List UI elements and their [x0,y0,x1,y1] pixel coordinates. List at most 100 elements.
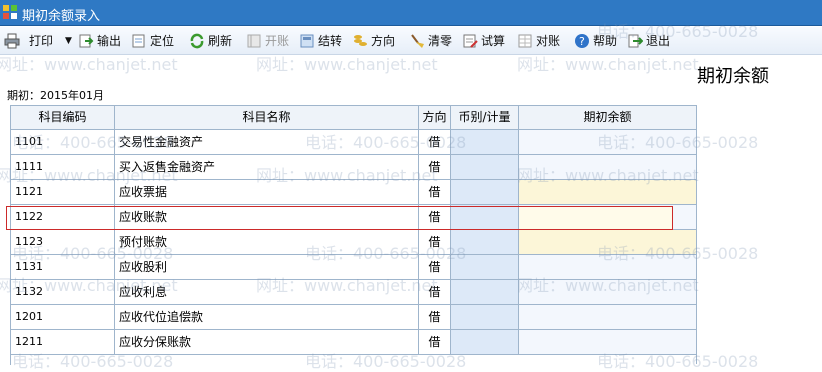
export-label: 输出 [97,34,122,48]
column-header-direction[interactable]: 方向 [419,106,451,129]
app-grid-icon [3,5,18,20]
table-row[interactable]: 1123 预付账款借 [11,230,697,255]
clear-zero-label: 清零 [428,34,453,48]
exit-icon [627,33,644,49]
page-title: 期初余额 [697,66,769,87]
opening-balance-cell[interactable] [519,230,697,254]
open-account-label: 开账 [265,34,290,48]
currency-cell[interactable] [451,155,519,179]
open-account-button[interactable]: 开账 [246,27,289,54]
currency-cell[interactable] [451,305,519,329]
grid-right-border [696,105,697,364]
print-label: 打印 [29,34,54,48]
currency-cell[interactable] [451,230,519,254]
opening-balance-cell[interactable] [519,305,697,329]
account-name-cell: 应收账款 [115,205,419,229]
table-row[interactable]: 1211 应收分保账款借 [11,330,697,355]
account-code-cell: 1132 [11,280,115,304]
print-dropdown-chevron-icon[interactable]: ▼ [65,36,72,46]
currency-cell[interactable] [451,130,519,154]
direction-label: 方向 [371,34,396,48]
refresh-button[interactable]: 刷新 [189,27,232,54]
window-title: 期初余额录入 [22,9,101,24]
locate-icon [131,33,147,49]
account-name-cell: 应收票据 [115,180,419,204]
account-name-cell: 应收股利 [115,255,419,279]
refresh-label: 刷新 [208,34,233,48]
help-icon: ? [574,33,590,49]
clear-zero-button[interactable]: 清零 [409,27,452,54]
trial-balance-label: 试算 [481,34,506,48]
toolbar: 打印 ▼ 输出 定位 刷新 开账 结转 方向 清零 试算 对账 ? 帮助 退出 [0,27,822,55]
trial-balance-icon [462,33,478,49]
carry-over-label: 结转 [318,34,343,48]
locate-label: 定位 [150,34,175,48]
exit-label: 退出 [646,34,671,48]
opening-balance-cell[interactable] [519,330,697,354]
direction-icon [352,33,368,49]
direction-cell: 借 [419,130,451,154]
table-row[interactable]: 1131 应收股利借 [11,255,697,280]
account-name-cell: 买入返售金融资产 [115,155,419,179]
open-account-icon [246,33,262,49]
currency-cell[interactable] [451,255,519,279]
refresh-icon [189,33,205,49]
table-row[interactable]: 1121 应收票据借 [11,180,697,205]
reconcile-label: 对账 [536,34,561,48]
opening-balance-cell[interactable] [519,130,697,154]
opening-balance-cell[interactable] [519,180,697,204]
account-name-cell: 应收分保账款 [115,330,419,354]
direction-cell: 借 [419,205,451,229]
balance-edit-cell[interactable] [519,207,672,229]
opening-balance-cell[interactable] [519,155,697,179]
printer-icon [4,33,20,49]
currency-cell[interactable] [451,330,519,354]
opening-balance-cell[interactable] [519,280,697,304]
account-code-cell: 1122 [11,205,115,229]
column-header-name[interactable]: 科目名称 [115,106,419,129]
currency-cell[interactable] [451,205,519,229]
export-button[interactable]: 输出 [78,27,121,54]
direction-cell: 借 [419,305,451,329]
table-row[interactable]: 1201 应收代位追偿款借 [11,305,697,330]
currency-cell[interactable] [451,180,519,204]
opening-balance-cell[interactable] [519,255,697,279]
account-code-cell: 1201 [11,305,115,329]
table-header: 科目编码 科目名称 方向 币别/计量 期初余额 [11,106,697,130]
direction-cell: 借 [419,280,451,304]
exit-button[interactable]: 退出 [627,27,670,54]
account-code-cell: 1121 [11,180,115,204]
column-header-code[interactable]: 科目编码 [11,106,115,129]
column-header-balance[interactable]: 期初余额 [519,106,697,129]
help-label: 帮助 [593,34,618,48]
account-code-cell: 1101 [11,130,115,154]
currency-cell[interactable] [451,280,519,304]
account-code-cell: 1123 [11,230,115,254]
account-name-cell: 交易性金融资产 [115,130,419,154]
carry-over-icon [299,33,315,49]
table-row[interactable]: 1132 应收利息借 [11,280,697,305]
direction-cell: 借 [419,330,451,354]
export-icon [78,33,94,49]
account-name-cell: 应收利息 [115,280,419,304]
trial-balance-button[interactable]: 试算 [462,27,505,54]
broom-icon [409,33,425,49]
account-code-cell: 1211 [11,330,115,354]
carry-over-button[interactable]: 结转 [299,27,342,54]
account-code-cell: 1111 [11,155,115,179]
table-row[interactable]: 1111 买入返售金融资产借 [11,155,697,180]
table-row[interactable]: 1101 交易性金融资产借 [11,130,697,155]
column-header-currency[interactable]: 币别/计量 [451,106,519,129]
svg-text:?: ? [579,35,585,48]
reconcile-button[interactable]: 对账 [517,27,560,54]
direction-button[interactable]: 方向 [352,27,395,54]
account-code-cell: 1131 [11,255,115,279]
direction-cell: 借 [419,155,451,179]
direction-cell: 借 [419,180,451,204]
print-button[interactable]: 打印 ▼ [4,27,72,54]
locate-button[interactable]: 定位 [131,27,174,54]
account-name-cell: 应收代位追偿款 [115,305,419,329]
opening-balance-table: 科目编码 科目名称 方向 币别/计量 期初余额 1101 交易性金融资产借 1111… [10,105,697,365]
period-label: 期初：2015年01月 [7,89,104,102]
help-button[interactable]: ? 帮助 [574,27,617,54]
